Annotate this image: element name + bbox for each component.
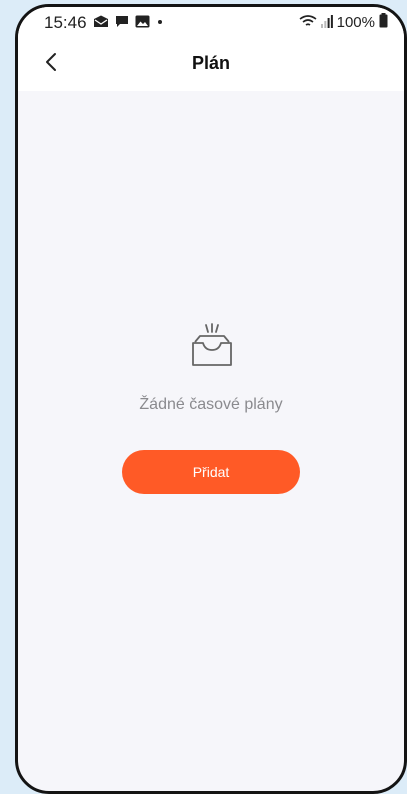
signal-icon <box>320 14 333 32</box>
app-header: Plán <box>18 37 404 91</box>
status-time: 15:46 <box>44 13 87 32</box>
chat-icon <box>115 13 129 33</box>
add-button[interactable]: Přidat <box>122 450 300 494</box>
wifi-icon <box>299 14 317 32</box>
status-bar: 15:46 100% <box>18 7 404 37</box>
phone-frame: 15:46 100% Plán Žádné časové plány Přida… <box>15 4 407 794</box>
battery-icon <box>379 13 388 32</box>
empty-inbox-icon <box>181 323 241 374</box>
status-left: 15:46 <box>44 13 164 33</box>
empty-state: Žádné časové plány Přidat <box>18 323 404 494</box>
battery-percent: 100% <box>336 14 375 31</box>
empty-message: Žádné časové plány <box>139 396 283 413</box>
dot-icon <box>156 13 164 33</box>
status-right: 100% <box>299 13 388 32</box>
mail-icon <box>93 13 109 33</box>
image-icon <box>135 13 150 33</box>
page-title: Plán <box>191 53 230 73</box>
